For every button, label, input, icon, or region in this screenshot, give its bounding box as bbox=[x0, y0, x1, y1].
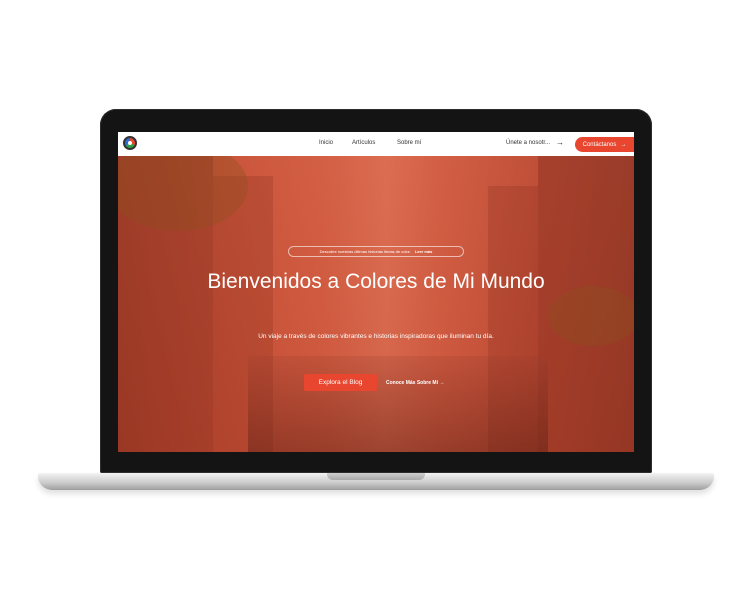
laptop-mockup: Inicio Artículos Sobre mí Únete a nosotr… bbox=[0, 0, 752, 602]
about-me-link[interactable]: Conoce Más Sobre Mí → bbox=[386, 380, 444, 386]
hero-subtitle: Un viaje a través de colores vibrantes e… bbox=[258, 333, 494, 340]
announcement-text: Descubre nuestras últimas historias llen… bbox=[319, 249, 411, 254]
announcement-link[interactable]: Leer más bbox=[415, 249, 433, 254]
hero-section: Descubre nuestras últimas historias llen… bbox=[118, 156, 634, 452]
explore-blog-button[interactable]: Explora el Blog bbox=[304, 374, 377, 391]
laptop-screen: Inicio Artículos Sobre mí Únete a nosotr… bbox=[118, 132, 634, 452]
contact-button-label: Contáctanos bbox=[582, 141, 617, 148]
hero-title: Bienvenidos a Colores de Mi Mundo bbox=[207, 270, 545, 293]
site-logo-icon[interactable] bbox=[123, 136, 137, 150]
nav-link-sobre-mi[interactable]: Sobre mí bbox=[397, 140, 421, 146]
nav-link-articulos[interactable]: Artículos bbox=[352, 140, 375, 146]
contact-button[interactable]: Contáctanos → bbox=[575, 137, 634, 152]
arrow-right-icon: → bbox=[556, 138, 564, 147]
arrow-right-icon: → bbox=[620, 141, 627, 148]
announcement-pill[interactable]: Descubre nuestras últimas historias llen… bbox=[288, 246, 464, 257]
top-navbar: Inicio Artículos Sobre mí Únete a nosotr… bbox=[118, 132, 634, 156]
laptop-notch bbox=[327, 473, 425, 480]
hero-bg-foliage-right bbox=[548, 286, 634, 346]
hero-bg-street bbox=[248, 356, 548, 452]
nav-link-inicio[interactable]: Inicio bbox=[319, 140, 333, 146]
join-link[interactable]: Únete a nosotr... bbox=[506, 140, 550, 146]
